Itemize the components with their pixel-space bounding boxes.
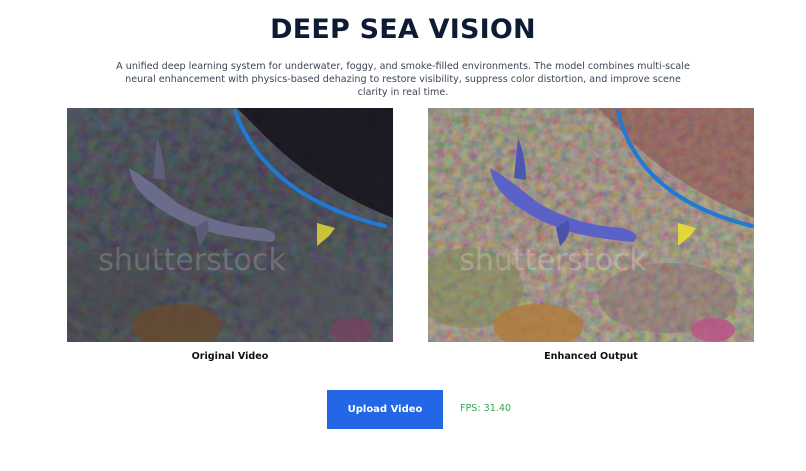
enhanced-output-frame: shutterstock <box>428 108 754 342</box>
enhanced-output-image: shutterstock <box>428 108 754 342</box>
app-page: DEEP SEA VISION A unified deep learning … <box>0 0 806 471</box>
page-description: A unified deep learning system for under… <box>116 61 690 98</box>
original-video-image: shutterstock <box>67 108 393 342</box>
enhanced-output-caption: Enhanced Output <box>544 351 638 362</box>
upload-video-button[interactable]: Upload Video <box>327 390 443 429</box>
watermark-text: shutterstock <box>98 243 286 278</box>
original-video-caption: Original Video <box>191 351 269 362</box>
watermark-text: shutterstock <box>459 243 647 278</box>
original-video-frame: shutterstock <box>67 108 393 342</box>
fps-readout: FPS: 31.40 <box>460 403 512 414</box>
page-title: DEEP SEA VISION <box>270 14 536 45</box>
